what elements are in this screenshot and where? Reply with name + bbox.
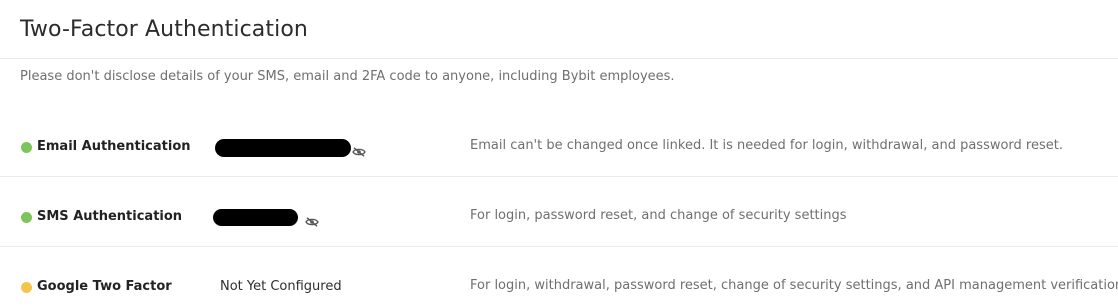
sms-authentication-row: SMS Authentication For login, password r… bbox=[0, 177, 1118, 247]
eye-slash-icon[interactable] bbox=[305, 212, 319, 227]
status-dot-icon bbox=[21, 142, 32, 153]
google-two-factor-description: For login, withdrawal, password reset, c… bbox=[470, 278, 1118, 293]
title-divider bbox=[0, 58, 1118, 59]
google-two-factor-label: Google Two Factor bbox=[37, 279, 172, 294]
google-configuration-status: Not Yet Configured bbox=[220, 279, 342, 294]
email-authentication-row: Email Authentication Email can't be chan… bbox=[0, 107, 1118, 177]
sms-authentication-label: SMS Authentication bbox=[37, 209, 183, 224]
email-authentication-description: Email can't be changed once linked. It i… bbox=[470, 138, 1063, 153]
email-authentication-label: Email Authentication bbox=[37, 139, 191, 154]
two-factor-authentication-panel: Two-Factor Authentication Please don't d… bbox=[0, 0, 1118, 307]
google-two-factor-row: Google Two Factor Not Yet Configured For… bbox=[0, 247, 1118, 307]
sms-authentication-description: For login, password reset, and change of… bbox=[470, 208, 847, 223]
redacted-email-mark bbox=[215, 139, 351, 157]
security-notice: Please don't disclose details of your SM… bbox=[20, 69, 675, 84]
status-dot-icon bbox=[21, 212, 32, 223]
redacted-phone-mark bbox=[213, 209, 298, 226]
page-title: Two-Factor Authentication bbox=[20, 17, 308, 42]
status-dot-icon bbox=[21, 282, 32, 293]
eye-slash-icon[interactable] bbox=[352, 142, 366, 157]
